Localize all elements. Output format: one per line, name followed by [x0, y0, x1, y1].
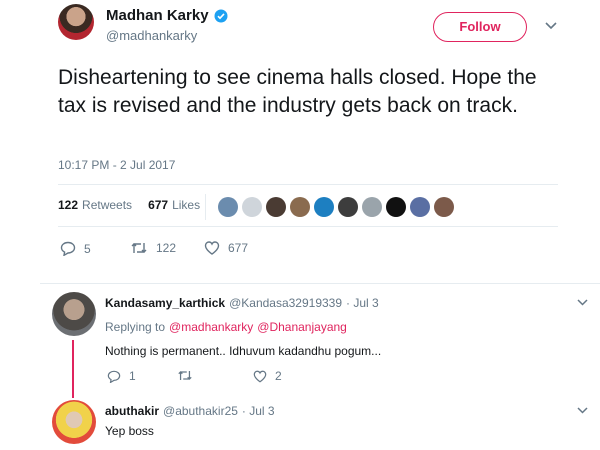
likes-count[interactable]: 677	[148, 198, 168, 212]
liker-avatar[interactable]	[266, 197, 286, 217]
reply-reply-count: 1	[129, 369, 136, 383]
reply-text: Yep boss	[105, 424, 154, 438]
chevron-down-icon[interactable]	[545, 22, 557, 30]
liker-avatar[interactable]	[338, 197, 358, 217]
reply-author-handle[interactable]: @abuthakir25	[163, 404, 238, 418]
reply-date[interactable]: · Jul 3	[346, 296, 379, 310]
tweet-text: Disheartening to see cinema halls closed…	[58, 66, 537, 117]
replying-to-link[interactable]: @madhankarky	[169, 320, 253, 334]
stats-separator	[205, 194, 206, 220]
reply-count: 5	[84, 241, 91, 256]
retweet-icon	[130, 241, 148, 255]
reply-author-name[interactable]: Kandasamy_karthick	[105, 296, 225, 310]
likers-avatars	[218, 197, 454, 217]
retweets-count[interactable]: 122	[58, 198, 78, 212]
liker-avatar[interactable]	[434, 197, 454, 217]
reply-text: Nothing is permanent.. Idhuvum kadandhu …	[105, 344, 382, 358]
retweet-count: 122	[156, 241, 177, 255]
replying-to-link[interactable]: @Dhananjayang	[257, 320, 347, 334]
reply-avatar[interactable]	[52, 292, 96, 336]
reply-author-name[interactable]: abuthakir	[105, 404, 159, 418]
divider-top	[58, 184, 558, 185]
chevron-down-icon[interactable]	[577, 299, 588, 306]
liker-avatar[interactable]	[386, 197, 406, 217]
reply-author-handle[interactable]: @Kandasa32919339	[229, 296, 342, 310]
reply-reply-action[interactable]: 1	[107, 369, 136, 383]
author-avatar[interactable]	[58, 4, 94, 40]
liker-avatar[interactable]	[242, 197, 262, 217]
likes-label[interactable]: Likes	[172, 198, 200, 212]
thread-line	[72, 340, 74, 398]
reply-action[interactable]: 5	[60, 241, 91, 256]
like-action[interactable]: 677	[204, 241, 248, 255]
liker-avatar[interactable]	[290, 197, 310, 217]
reply-like-count: 2	[275, 369, 282, 383]
reply-icon	[60, 241, 76, 256]
liker-avatar[interactable]	[314, 197, 334, 217]
liker-avatar[interactable]	[410, 197, 430, 217]
reply-date[interactable]: · Jul 3	[242, 404, 275, 418]
like-count: 677	[228, 241, 249, 255]
retweet-action[interactable]: 122	[130, 241, 176, 255]
author-handle[interactable]: @madhankarky	[106, 28, 197, 43]
tweet-timestamp[interactable]: 10:17 PM - 2 Jul 2017	[58, 158, 175, 172]
reply-avatar[interactable]	[52, 400, 96, 444]
replying-to-label: Replying to	[105, 320, 166, 334]
verified-icon	[214, 9, 228, 23]
liker-avatar[interactable]	[362, 197, 382, 217]
heart-icon	[253, 370, 267, 383]
reply-icon	[107, 370, 121, 383]
author-name[interactable]: Madhan Karky	[106, 7, 209, 24]
chevron-down-icon[interactable]	[577, 407, 588, 414]
reply-like-action[interactable]: 2	[253, 369, 282, 383]
divider-mid	[58, 226, 558, 227]
retweet-icon	[177, 369, 193, 382]
heart-icon	[204, 241, 220, 255]
follow-button[interactable]: Follow	[433, 12, 527, 42]
divider-replies	[40, 283, 600, 284]
retweets-label[interactable]: Retweets	[82, 198, 132, 212]
liker-avatar[interactable]	[218, 197, 238, 217]
reply-retweet-action[interactable]	[177, 369, 201, 382]
